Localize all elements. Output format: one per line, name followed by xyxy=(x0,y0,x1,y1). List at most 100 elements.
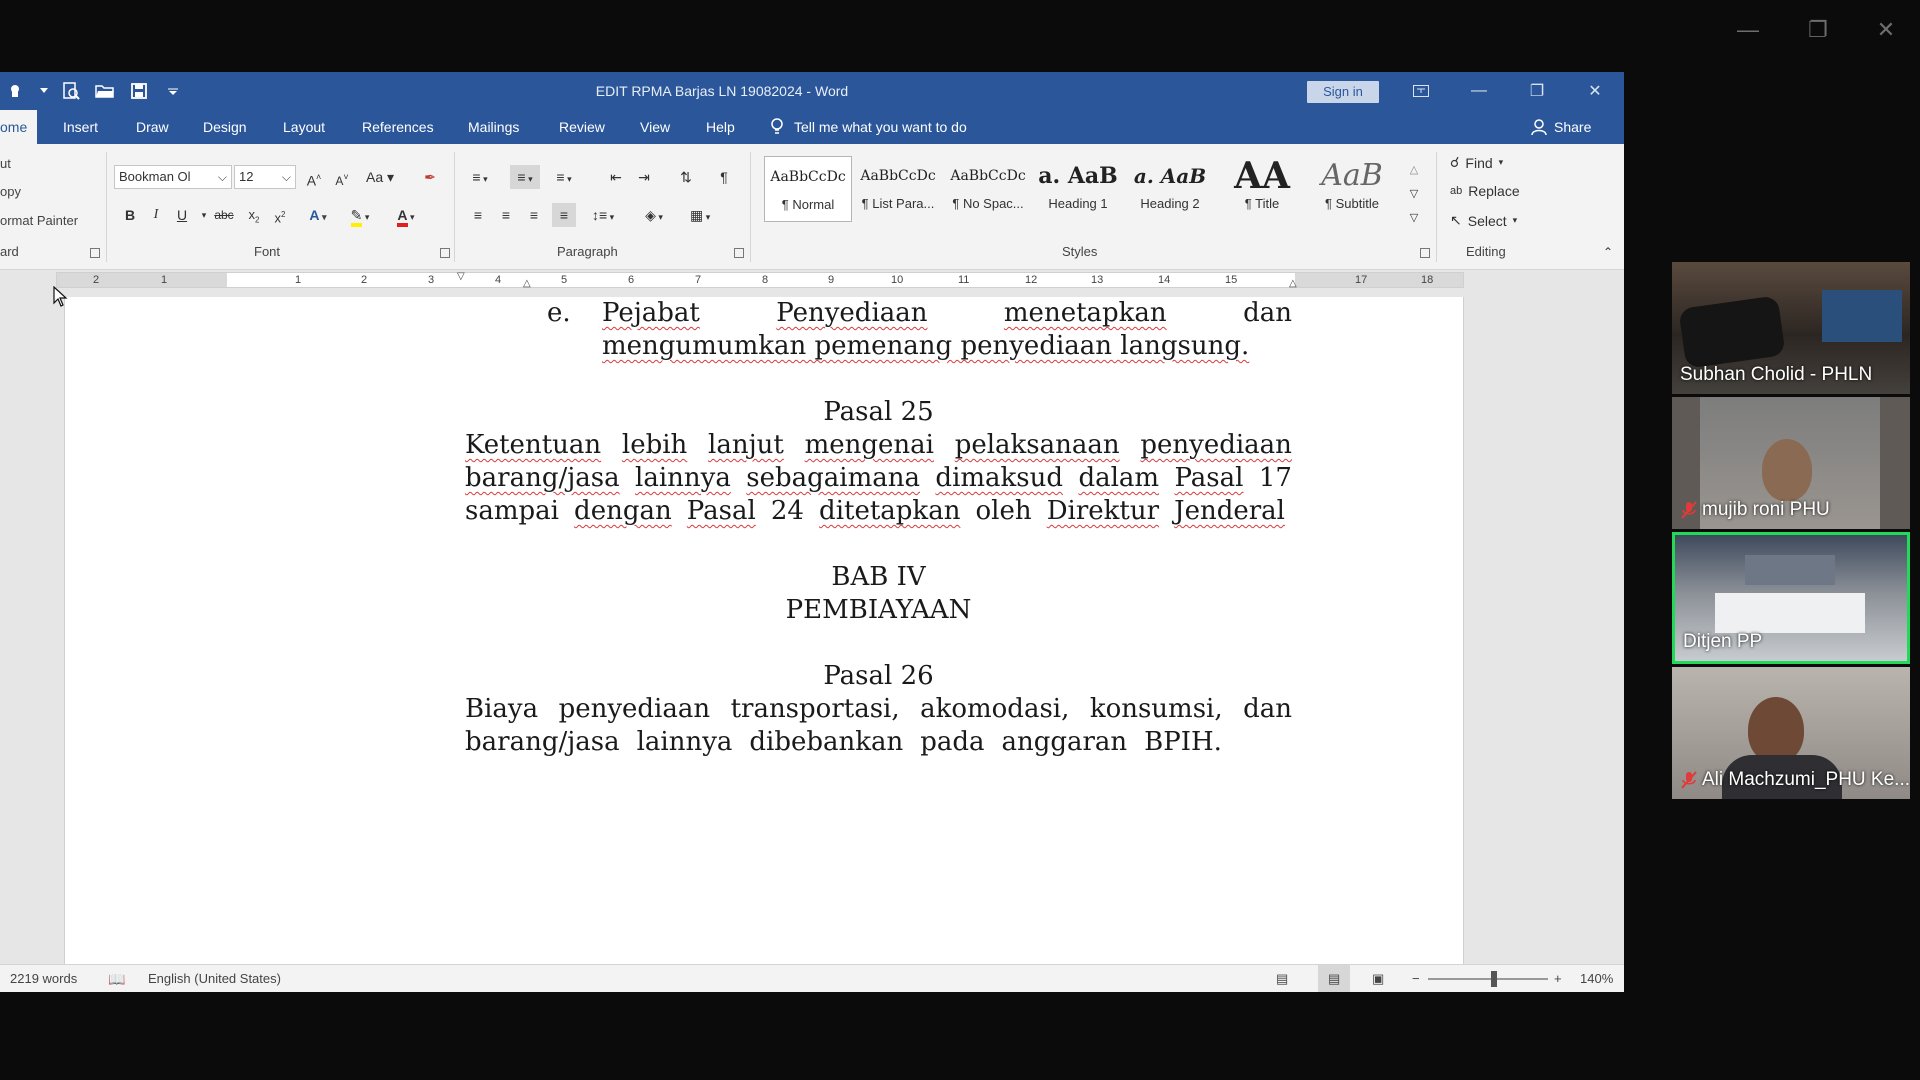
ribbon-display-options-icon[interactable] xyxy=(1397,72,1445,110)
highlight-icon[interactable]: ✎ ▾ xyxy=(350,203,370,227)
tab-view[interactable]: View xyxy=(630,110,680,144)
numbering-icon[interactable]: ≡ ▾ xyxy=(510,165,540,189)
tab-review[interactable]: Review xyxy=(549,110,615,144)
grow-font-icon[interactable]: A˄ xyxy=(304,165,324,189)
select-button[interactable]: ↖ Select ▾ xyxy=(1450,212,1517,229)
font-color-icon[interactable]: A ▾ xyxy=(396,203,416,227)
horizontal-ruler[interactable]: 2 1 1 2 3 4 5 6 7 8 9 10 11 12 13 14 15 … xyxy=(56,270,1464,291)
shading-icon[interactable]: ◈ ▾ xyxy=(644,203,664,227)
borders-icon[interactable]: ▦ ▾ xyxy=(690,203,710,227)
tab-draw[interactable]: Draw xyxy=(126,110,179,144)
hanging-indent-marker-icon[interactable]: △ xyxy=(523,277,531,291)
tell-me-search[interactable]: Tell me what you want to do xyxy=(770,110,967,144)
cut-button[interactable]: ut xyxy=(0,156,11,171)
clear-formatting-icon[interactable]: ✒ xyxy=(420,165,440,189)
tab-home[interactable]: ome xyxy=(0,110,38,144)
first-line-indent-marker-icon[interactable]: ▽ xyxy=(457,270,465,284)
copy-button[interactable]: opy xyxy=(0,184,21,199)
align-left-icon[interactable]: ≡ xyxy=(468,203,488,227)
line-spacing-icon[interactable]: ↕≡ ▾ xyxy=(592,203,614,227)
close-icon[interactable]: ✕ xyxy=(1571,72,1619,110)
zoom-slider[interactable] xyxy=(1428,978,1548,980)
underline-dropdown-icon[interactable]: ▾ xyxy=(194,203,214,227)
underline-icon[interactable]: U xyxy=(172,203,192,227)
align-right-icon[interactable]: ≡ xyxy=(524,203,544,227)
bold-icon[interactable]: B xyxy=(120,203,140,227)
video-tile[interactable]: mujib roni PHU xyxy=(1672,397,1910,529)
outer-restore-icon[interactable]: ❐ xyxy=(1798,14,1838,46)
word: dibebankan xyxy=(749,727,904,757)
style-heading-1[interactable]: a. AaB Heading 1 xyxy=(1034,156,1122,222)
style-name: ¶ List Para... xyxy=(861,196,935,211)
tab-layout[interactable]: Layout xyxy=(273,110,335,144)
bullets-icon[interactable]: ≡ ▾ xyxy=(470,165,490,189)
print-layout-icon[interactable]: ▤ xyxy=(1318,965,1351,992)
replace-button[interactable]: ab Replace xyxy=(1450,183,1520,199)
right-indent-marker-icon[interactable]: △ xyxy=(1289,277,1297,291)
styles-launcher-icon[interactable] xyxy=(1420,248,1430,258)
zoom-slider-thumb[interactable] xyxy=(1491,971,1497,987)
outer-minimize-icon[interactable]: — xyxy=(1728,14,1768,46)
zoom-level[interactable]: 140% xyxy=(1580,965,1613,992)
multilevel-list-icon[interactable]: ≡ ▾ xyxy=(554,165,574,189)
subscript-icon[interactable]: x2 xyxy=(244,203,264,227)
format-painter-button[interactable]: ormat Painter xyxy=(0,213,78,228)
collapse-ribbon-icon[interactable]: ⌃ xyxy=(1598,240,1618,264)
word: sebagaimana xyxy=(746,463,921,493)
style-heading-2[interactable]: a. AaB Heading 2 xyxy=(1126,156,1214,222)
font-launcher-icon[interactable] xyxy=(440,248,450,258)
word-count[interactable]: 2219 words xyxy=(10,965,77,992)
align-center-icon[interactable]: ≡ xyxy=(496,203,516,227)
participant-name-text: mujib roni PHU xyxy=(1702,499,1830,520)
word: anggaran xyxy=(1001,727,1128,757)
justify-icon[interactable]: ≡ xyxy=(552,203,576,227)
zoom-in-icon[interactable]: + xyxy=(1554,965,1562,992)
font-group-label: Font xyxy=(254,244,281,259)
font-name-combo[interactable]: Bookman Ol ⌵ xyxy=(114,165,232,189)
proofing-icon[interactable]: 📖 xyxy=(108,965,125,992)
tab-references[interactable]: References xyxy=(352,110,444,144)
sign-in-button[interactable]: Sign in xyxy=(1307,81,1379,103)
style-title[interactable]: AA ¶ Title xyxy=(1218,156,1306,222)
superscript-icon[interactable]: x2 xyxy=(270,203,290,227)
style-list-paragraph[interactable]: AaBbCcDc ¶ List Para... xyxy=(854,156,942,222)
read-mode-icon[interactable]: ▤ xyxy=(1276,965,1288,992)
style-normal[interactable]: AaBbCcDc ¶ Normal xyxy=(764,156,852,222)
text-effects-icon[interactable]: A ▾ xyxy=(308,203,328,227)
find-button[interactable]: ☌ Find ▾ xyxy=(1450,154,1503,171)
styles-scroll-down-icon[interactable]: ▽ xyxy=(1404,182,1424,206)
change-case-button[interactable]: Aa ▾ xyxy=(366,165,394,189)
tab-mailings[interactable]: Mailings xyxy=(458,110,529,144)
ruler-number: 14 xyxy=(1158,274,1171,286)
restore-icon[interactable]: ❐ xyxy=(1513,72,1561,110)
shrink-font-icon[interactable]: A˅ xyxy=(332,165,352,189)
language[interactable]: English (United States) xyxy=(148,965,281,992)
sort-icon[interactable]: ⇅ xyxy=(676,165,696,189)
tab-help[interactable]: Help xyxy=(696,110,745,144)
video-tile[interactable]: Subhan Cholid - PHLN xyxy=(1672,262,1910,394)
styles-more-icon[interactable]: ▽ xyxy=(1404,206,1424,230)
font-size-combo[interactable]: 12 ⌵ xyxy=(234,165,296,189)
style-no-spacing[interactable]: AaBbCcDc ¶ No Spac... xyxy=(944,156,1032,222)
web-layout-icon[interactable]: ▣ xyxy=(1372,965,1384,992)
increase-indent-icon[interactable]: ⇥ xyxy=(634,165,654,189)
styles-scroll-up-icon[interactable]: △ xyxy=(1404,158,1424,182)
decrease-indent-icon[interactable]: ⇤ xyxy=(606,165,626,189)
paragraph-launcher-icon[interactable] xyxy=(734,248,744,258)
document-page[interactable]: e. Pejabat Penyediaan menetapkan dan men… xyxy=(64,297,1464,967)
video-tile[interactable]: Ali Machzumi_PHU Ke... xyxy=(1672,667,1910,799)
zoom-out-icon[interactable]: − xyxy=(1412,965,1420,992)
clipboard-launcher-icon[interactable] xyxy=(90,248,100,258)
style-subtitle[interactable]: AaB ¶ Subtitle xyxy=(1308,156,1396,222)
word: pada xyxy=(920,727,985,757)
italic-icon[interactable]: I xyxy=(146,203,166,227)
minimize-icon[interactable]: — xyxy=(1455,72,1503,110)
tab-design[interactable]: Design xyxy=(193,110,257,144)
tab-insert[interactable]: Insert xyxy=(53,110,108,144)
share-button[interactable]: Share xyxy=(1530,110,1591,144)
strikethrough-icon[interactable]: abc xyxy=(214,203,234,227)
show-formatting-icon[interactable]: ¶ xyxy=(714,165,734,189)
ruler-number: 7 xyxy=(695,274,702,286)
video-tile-active-speaker[interactable]: Ditjen PP xyxy=(1672,532,1910,664)
outer-close-icon[interactable]: ✕ xyxy=(1866,14,1906,46)
